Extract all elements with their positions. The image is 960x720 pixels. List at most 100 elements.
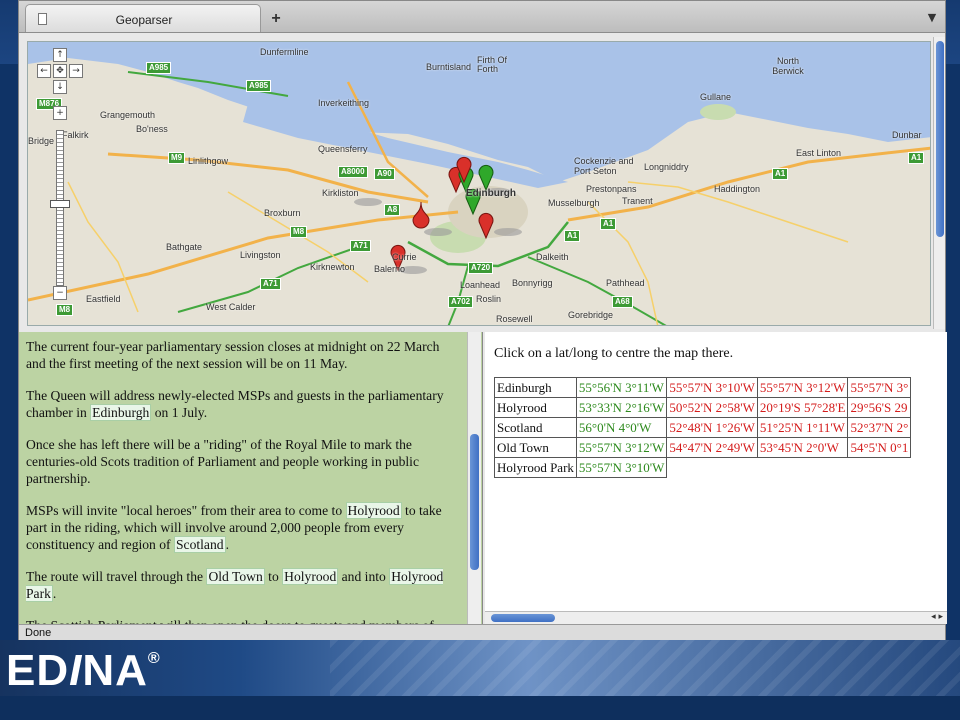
latlong-link[interactable]: 53°33'N 2°16'W: [575, 397, 668, 418]
place-label: Haddington: [714, 184, 761, 194]
article-paragraph: The Scottish Parliament will then open t…: [26, 617, 458, 624]
road-shield: A90: [374, 168, 395, 180]
coordinates-row: Old Town 55°57'N 3°12'W 54°47'N 2°49'W 53°4…: [494, 437, 912, 458]
place-label: Eastfield: [86, 294, 121, 304]
edina-banner: EDINA®: [0, 640, 960, 696]
place-name-link[interactable]: Scotland: [173, 536, 226, 553]
place-name-link[interactable]: Edinburgh: [90, 404, 152, 421]
place-label: Dalkeith: [536, 252, 569, 262]
article-paragraph: Once she has left there will be a "ridin…: [26, 436, 458, 487]
article-text-run: The route will travel through the: [26, 569, 207, 584]
place-label: Prestonpans: [586, 184, 637, 194]
road-shield: A1: [564, 230, 581, 242]
place-label: Bathgate: [166, 242, 203, 252]
road-shield: A985: [246, 80, 272, 92]
latlong-link[interactable]: 55°57'N 3°10'W: [666, 377, 758, 398]
latlong-link[interactable]: 52°37'N 2°: [847, 417, 912, 438]
tab-strip: Geoparser + ▼: [19, 1, 945, 33]
place-label: Linlithgow: [188, 156, 229, 166]
map-vertical-scrollbar[interactable]: [933, 37, 945, 329]
zoom-in-button[interactable]: +: [53, 106, 67, 120]
zoom-slider-track[interactable]: [56, 130, 64, 286]
results-scroll-thumb[interactable]: [491, 614, 555, 622]
latlong-link[interactable]: 51°25'N 1°11'W: [756, 417, 849, 438]
latlong-link[interactable]: 29°56'S 29: [847, 397, 912, 418]
latlong-link[interactable]: 55°56'N 3°11'W: [575, 377, 668, 398]
place-label: Longniddry: [644, 162, 689, 172]
place-label: North Berwick: [772, 56, 804, 76]
results-pane: Click on a lat/long to centre the map th…: [485, 332, 947, 624]
tab-title: Geoparser: [115, 13, 173, 27]
place-name-cell: Holyrood Park: [494, 457, 577, 478]
map-scroll-thumb[interactable]: [936, 41, 944, 237]
article-text-run: The current four-year parliamentary sess…: [26, 339, 440, 371]
pan-down-button[interactable]: ↓: [53, 80, 67, 94]
article-scroll-thumb[interactable]: [470, 434, 479, 570]
article-text-run: on 1 July.: [151, 405, 208, 420]
article-paragraph: The route will travel through the Old To…: [26, 568, 458, 602]
edina-logo: EDINA®: [6, 646, 161, 696]
pan-left-button[interactable]: ←: [37, 64, 51, 78]
article-paragraph: The current four-year parliamentary sess…: [26, 338, 458, 372]
place-label: Musselburgh: [548, 198, 600, 208]
place-label: Bridge: [28, 136, 55, 146]
zoom-out-button[interactable]: −: [53, 286, 67, 300]
place-label: Grangemouth: [100, 110, 156, 120]
place-label: Queensferry: [318, 144, 368, 154]
logo-registered-mark: ®: [147, 650, 161, 667]
map-marker-red: [412, 201, 430, 229]
tab-geoparser[interactable]: Geoparser: [25, 4, 261, 32]
latlong-link[interactable]: 54°5'N 0°1: [847, 437, 912, 458]
article-text-run: .: [52, 586, 57, 601]
place-name-cell: Holyrood: [494, 397, 577, 418]
place-label: Pathhead: [606, 278, 645, 288]
latlong-link[interactable]: 55°57'N 3°12'W: [575, 437, 668, 458]
footer-band: [0, 696, 960, 720]
place-label: Gorebridge: [568, 310, 614, 320]
coordinates-table: Edinburgh 55°56'N 3°11'W 55°57'N 3°10'W 55°…: [494, 377, 912, 478]
map-view[interactable]: Dunfermline Burntisland Firth Of Forth N…: [27, 41, 931, 326]
latlong-link[interactable]: 55°57'N 3°10'W: [575, 457, 668, 478]
place-label: Cockenzie and Port Seton: [574, 156, 634, 176]
latlong-link[interactable]: 55°57'N 3°: [847, 377, 912, 398]
latlong-link[interactable]: 53°45'N 2°0'W: [756, 437, 849, 458]
results-horizontal-scrollbar[interactable]: ◂ ▸: [485, 611, 947, 624]
scroll-arrows[interactable]: ◂ ▸: [931, 612, 943, 622]
place-label: Kirkliston: [322, 188, 359, 198]
place-name-cell: Old Town: [494, 437, 577, 458]
tab-list-menu-icon[interactable]: ▼: [925, 11, 939, 25]
place-name-link[interactable]: Holyrood: [282, 568, 339, 585]
article-vertical-scrollbar[interactable]: [467, 332, 481, 624]
minor-road: [67, 181, 139, 313]
pan-right-button[interactable]: →: [69, 64, 83, 78]
place-label: Edinburgh: [466, 188, 516, 199]
latlong-link[interactable]: 50°52'N 2°58'W: [666, 397, 758, 418]
place-label: Livingston: [240, 250, 281, 260]
latlong-link[interactable]: 55°57'N 3°12'W: [756, 377, 849, 398]
place-name-link[interactable]: Old Town: [206, 568, 265, 585]
latlong-link[interactable]: 20°19'S 57°28'E: [756, 397, 849, 418]
coordinates-row: Holyrood Park 55°57'N 3°10'W: [494, 457, 911, 478]
pan-center-button[interactable]: ✥: [53, 64, 67, 78]
place-name-cell: Scotland: [494, 417, 577, 438]
latlong-link[interactable]: 54°47'N 2°49'W: [666, 437, 758, 458]
road-shield: M8: [290, 226, 308, 238]
pan-up-button[interactable]: ↑: [53, 48, 67, 62]
place-name-cell: Edinburgh: [494, 377, 577, 398]
place-label: Firth Of Forth: [477, 55, 508, 74]
road-shield: A702: [448, 296, 474, 308]
latlong-link[interactable]: 56°0'N 4°0'W: [575, 417, 668, 438]
article-text-run: to: [264, 569, 283, 584]
article-paragraph: MSPs will invite "local heroes" from the…: [26, 502, 458, 553]
zoom-slider-handle[interactable]: [50, 200, 70, 208]
road-shield: A68: [612, 296, 633, 308]
place-label: Balerno: [374, 264, 406, 274]
place-label: Dunfermline: [260, 47, 309, 57]
banner-decoration: [330, 640, 960, 696]
new-tab-button[interactable]: +: [263, 9, 289, 29]
place-name-link[interactable]: Holyrood: [345, 502, 402, 519]
place-label: Tranent: [622, 196, 653, 206]
article-text-run: The Queen will address newly-elected MSP…: [26, 388, 444, 420]
latlong-link[interactable]: 52°48'N 1°26'W: [666, 417, 758, 438]
road-shield: A71: [260, 278, 281, 290]
